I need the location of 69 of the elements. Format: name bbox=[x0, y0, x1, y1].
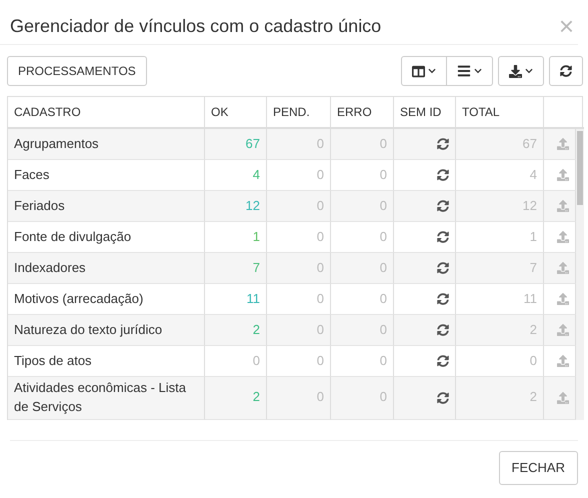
table-cell: 0 bbox=[267, 222, 331, 253]
table-cell: Feriados bbox=[8, 191, 205, 222]
table-cell: 2 bbox=[456, 315, 544, 346]
table-cell: 0 bbox=[331, 377, 394, 420]
close-button[interactable]: FECHAR bbox=[498, 450, 578, 485]
table-cell: Tipos de atos bbox=[8, 346, 205, 377]
table-cell: 0 bbox=[456, 346, 544, 377]
table-cell: 67 bbox=[456, 129, 544, 160]
caret-icon bbox=[428, 67, 436, 75]
table-cell: 0 bbox=[267, 346, 331, 377]
refresh-icon bbox=[560, 65, 572, 77]
table-cell: 0 bbox=[331, 315, 394, 346]
caret-icon bbox=[525, 67, 533, 75]
table-cell: Motivos (arrecadação) bbox=[8, 284, 205, 315]
refresh-icon[interactable] bbox=[437, 262, 449, 274]
table-cell: 0 bbox=[331, 284, 394, 315]
scrollbar[interactable] bbox=[576, 129, 584, 420]
columns-icon bbox=[412, 64, 425, 78]
refresh-icon[interactable] bbox=[437, 324, 449, 336]
table-cell: 11 bbox=[456, 284, 544, 315]
table-cell: Fonte de divulgação bbox=[8, 222, 205, 253]
table-cell: 1 bbox=[456, 222, 544, 253]
ok-count: 2 bbox=[205, 377, 267, 420]
table-cell: 0 bbox=[331, 191, 394, 222]
download-button[interactable] bbox=[498, 56, 544, 86]
refresh-icon[interactable] bbox=[437, 138, 449, 150]
table-cell: Agrupamentos bbox=[8, 129, 205, 160]
refresh-icon[interactable] bbox=[437, 293, 449, 305]
table-cell: 0 bbox=[267, 129, 331, 160]
ok-count: 67 bbox=[205, 129, 267, 160]
table-cell: 12 bbox=[456, 191, 544, 222]
refresh-button[interactable] bbox=[549, 56, 583, 86]
table-cell: 0 bbox=[331, 222, 394, 253]
table-cell: 0 bbox=[267, 191, 331, 222]
ok-count: 1 bbox=[205, 222, 267, 253]
refresh-icon[interactable] bbox=[437, 169, 449, 181]
table-cell: 4 bbox=[456, 160, 544, 191]
caret-icon bbox=[474, 67, 482, 75]
table-cell: 0 bbox=[267, 253, 331, 284]
table-cell: Faces bbox=[8, 160, 205, 191]
download-icon bbox=[509, 64, 522, 78]
ok-count: 11 bbox=[205, 284, 267, 315]
table-cell: 0 bbox=[331, 253, 394, 284]
table-cell: Atividades econômicas - Lista de Serviços bbox=[8, 377, 205, 420]
table-cell: 0 bbox=[267, 377, 331, 420]
table-cell: 0 bbox=[331, 129, 394, 160]
list-icon bbox=[457, 64, 471, 78]
list-button[interactable] bbox=[447, 56, 493, 86]
table-cell: 0 bbox=[267, 315, 331, 346]
table-cell: Natureza do texto jurídico bbox=[8, 315, 205, 346]
refresh-icon[interactable] bbox=[437, 200, 449, 212]
refresh-icon[interactable] bbox=[437, 355, 449, 367]
refresh-icon[interactable] bbox=[437, 392, 449, 404]
table-cell: 7 bbox=[456, 253, 544, 284]
processing-button[interactable]: PROCESSAMENTOS bbox=[7, 56, 147, 86]
table-cell: 0 bbox=[331, 160, 394, 191]
table-cell: 0 bbox=[267, 160, 331, 191]
table-cell: 2 bbox=[456, 377, 544, 420]
table-cell: 0 bbox=[331, 346, 394, 377]
ok-count: 7 bbox=[205, 253, 267, 284]
ok-count: 2 bbox=[205, 315, 267, 346]
ok-count: 12 bbox=[205, 191, 267, 222]
ok-count: 0 bbox=[205, 346, 267, 377]
ok-count: 4 bbox=[205, 160, 267, 191]
refresh-icon[interactable] bbox=[437, 231, 449, 243]
columns-button[interactable] bbox=[401, 56, 447, 86]
table-cell: Indexadores bbox=[8, 253, 205, 284]
table-cell: 0 bbox=[267, 284, 331, 315]
window-title: Gerenciador de vínculos com o cadastro único bbox=[10, 16, 382, 36]
